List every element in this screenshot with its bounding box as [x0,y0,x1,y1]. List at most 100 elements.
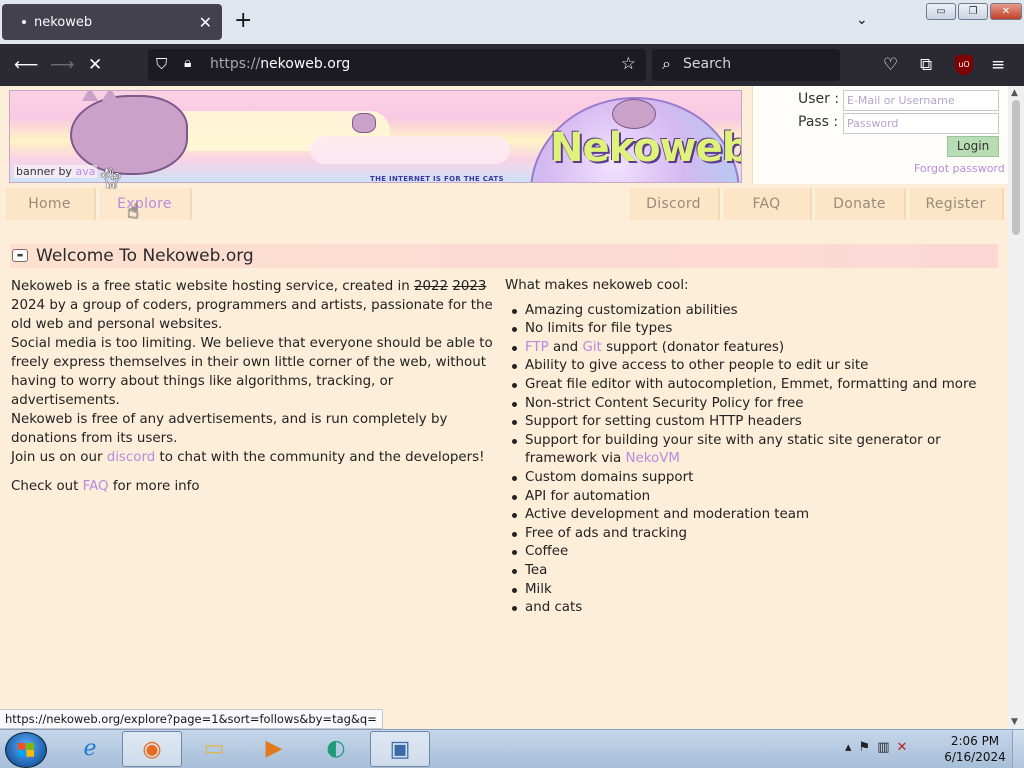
menu-home[interactable]: Home [4,188,96,220]
pass-label: Pass : [798,114,839,130]
tab-loading-dot [22,20,26,24]
list-item: Support for setting custom HTTP headers [505,413,1000,432]
pocket-icon[interactable]: ♡ [883,55,898,75]
intro-paragraph: Social media is too limiting. We believe… [11,336,493,408]
list-item: Custom domains support [505,469,1000,488]
file-explorer-icon[interactable]: ▭ [184,731,244,767]
list-item: Milk [505,581,1000,600]
intro-paragraph: Check out FAQ for more info [11,479,200,494]
list-item: Active development and moderation team [505,506,1000,525]
page-scrollbar[interactable]: ▲ ▼ [1008,86,1024,729]
search-placeholder: Search [683,56,732,72]
navigation-toolbar: ⟵ ⟶ ✕ ⛉ 🔒︎ https://nekoweb.org ☆ ⌕ Searc… [0,44,1024,86]
nekoweb-logo: Nekoweb [550,125,742,171]
taskbar-clock[interactable]: 2:06 PM 6/16/2024 [942,733,1008,765]
app-icon[interactable]: ◐ [306,731,366,767]
git-link[interactable]: Git [582,340,601,355]
new-tab-button[interactable]: + [234,10,252,32]
list-all-tabs-icon[interactable]: ⌄ [856,12,868,28]
banner-tagline: THE INTERNET IS FOR THE CATS [370,175,504,183]
banner-small-cat-illustration [352,113,376,133]
cat-cursor-sprite-icon: 🐈︎ [98,166,124,190]
password-input[interactable] [843,113,999,134]
scroll-up-arrow-icon[interactable]: ▲ [1011,88,1018,98]
user-input[interactable] [843,90,999,111]
tab-close-icon[interactable]: ✕ [199,13,212,32]
search-box[interactable]: ⌕ Search [652,49,840,81]
list-item: Non-strict Content Security Policy for f… [505,395,1000,414]
action-center-flag-icon[interactable]: ⚑ [859,740,878,755]
list-item: Free of ads and tracking [505,525,1000,544]
window-minimize-button[interactable]: ▭ [926,3,956,20]
hand-pointer-cursor-icon: ☝ [127,199,140,223]
tab-title: nekoweb [34,14,93,30]
scroll-down-arrow-icon[interactable]: ▼ [1011,717,1018,727]
show-hidden-icons-icon[interactable]: ▴ [845,740,859,755]
show-desktop-button[interactable] [1012,730,1024,768]
intro-paragraph: Nekoweb is free of any advertisements, a… [11,412,448,446]
list-item: Amazing customization abilities [505,302,1000,321]
menu-explore[interactable]: Explore [98,188,192,220]
features-heading: What makes nekoweb cool: [505,278,689,293]
list-item: Coffee [505,543,1000,562]
discord-link[interactable]: discord [107,450,156,465]
list-item: Support for building your site with any … [505,432,1000,469]
menu-donate[interactable]: Donate [814,188,906,220]
banner-credit-author-link[interactable]: ava [75,165,95,178]
stop-loading-icon[interactable]: ✕ [88,55,102,75]
media-player-icon[interactable]: ▶ [244,731,304,767]
forward-arrow-icon[interactable]: ⟶ [50,55,74,75]
tab-strip: nekoweb ✕ + ⌄ ▭ ❐ ✕ [0,0,1024,44]
internet-explorer-icon[interactable]: ℯ [60,731,120,767]
banner-cat-illustration [70,91,188,175]
start-button[interactable] [5,732,47,768]
windows-taskbar: ℯ ◉ ▭ ▶ ◐ ▣ ▴⚑▥✕ 2:06 PM 6/16/2024 [0,729,1024,768]
banner-credit: banner by ava [14,165,98,178]
volume-muted-icon[interactable]: ✕ [896,740,914,755]
faq-link[interactable]: FAQ [83,479,109,494]
list-item: and cats [505,599,1000,618]
window-icon: ▬ [12,249,28,262]
window-restore-button[interactable]: ❐ [958,3,988,20]
bookmark-star-icon[interactable]: ☆ [621,54,636,74]
hamburger-menu-icon[interactable]: ≡ [991,55,1005,75]
url-scheme: https:// [210,56,261,72]
list-item: Ability to give access to other people t… [505,357,1000,376]
clock-time: 2:06 PM [950,734,1000,748]
tracking-protection-shield-icon[interactable]: ⛉ [156,55,167,73]
windows-logo-icon [18,743,34,757]
link-hover-status: https://nekoweb.org/explore?page=1&sort=… [0,709,383,729]
welcome-title: Welcome To Nekoweb.org [36,246,254,266]
window-close-button[interactable]: ✕ [990,3,1022,20]
network-icon[interactable]: ▥ [877,740,896,755]
network-app-icon[interactable]: ▣ [370,731,430,767]
lock-icon[interactable]: 🔒︎ [184,55,191,71]
features-section: What makes nekoweb cool: Amazing customi… [505,277,1000,618]
firefox-icon[interactable]: ◉ [122,731,182,767]
system-tray[interactable]: ▴⚑▥✕ [845,740,914,755]
nekovm-link[interactable]: NekoVM [625,451,679,466]
intro-text: Nekoweb is a free static website hosting… [11,277,501,496]
browser-tab[interactable]: nekoweb ✕ [2,4,222,40]
menu-faq[interactable]: FAQ [722,188,812,220]
ublock-origin-icon[interactable]: uO [955,55,973,75]
features-list: Amazing customization abilities No limit… [505,302,1000,618]
menu-discord[interactable]: Discord [628,188,720,220]
list-item: Tea [505,562,1000,581]
extensions-puzzle-icon[interactable]: ⧉ [920,55,932,75]
scrollbar-thumb[interactable] [1012,100,1020,235]
menu-register[interactable]: Register [908,188,1004,220]
url-text[interactable]: https://nekoweb.org [210,56,350,72]
login-button[interactable]: Login [947,136,999,157]
back-arrow-icon[interactable]: ⟵ [14,55,38,75]
address-bar[interactable]: ⛉ 🔒︎ https://nekoweb.org ☆ [148,49,646,81]
user-label: User : [798,91,840,107]
search-icon: ⌕ [662,54,671,73]
list-item: Great file editor with autocompletion, E… [505,376,1000,395]
site-menu: Home Explore Discord FAQ Donate Register [4,188,1004,220]
banner-credit-prefix: banner by [16,165,72,178]
web-page: Nekoweb banner by ava THE INTERNET IS FO… [0,86,1008,729]
forgot-password-link[interactable]: Forgot password [914,162,1005,175]
ftp-link[interactable]: FTP [525,340,549,355]
intro-paragraph: Join us on our discord to chat with the … [11,450,485,465]
